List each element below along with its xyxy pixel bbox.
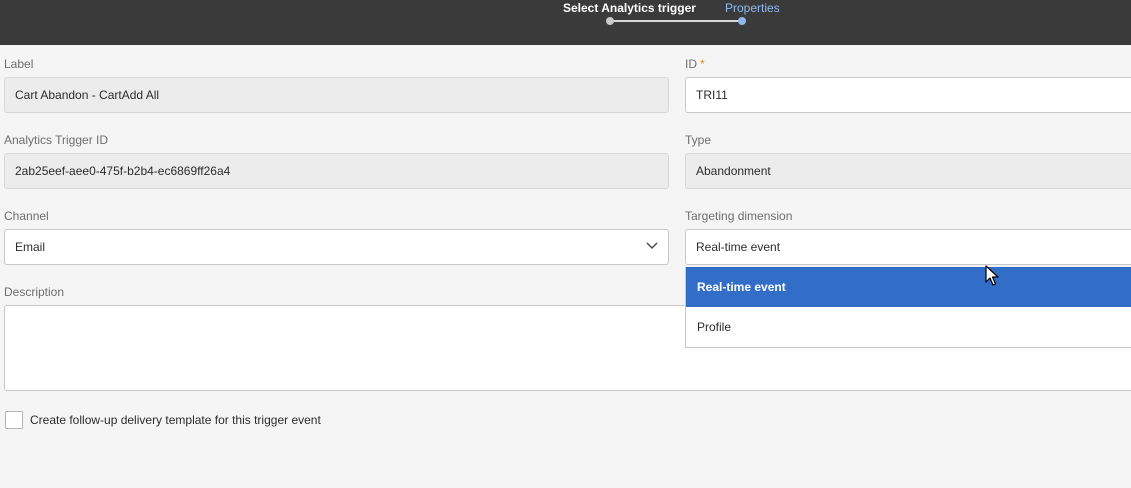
followup-checkbox-label[interactable]: Create follow-up delivery template for t…	[30, 413, 321, 427]
step-progress-line	[610, 20, 742, 22]
label-field[interactable]: Cart Abandon - CartAdd All	[4, 77, 669, 113]
wizard-header: Select Analytics trigger Properties	[0, 0, 1131, 45]
channel-label: Channel	[4, 209, 49, 223]
dropdown-option-real-time-event[interactable]: Real-time event	[686, 267, 1131, 307]
followup-checkbox[interactable]	[5, 411, 23, 429]
targeting-dimension-dropdown: Real-time event Profile	[685, 267, 1131, 348]
mouse-cursor-icon	[985, 265, 999, 286]
channel-select[interactable]: Email	[4, 229, 669, 265]
channel-select-value: Email	[15, 240, 46, 254]
required-mark: *	[700, 57, 705, 71]
analytics-trigger-id-label: Analytics Trigger ID	[4, 133, 109, 147]
id-field[interactable]: TRI11	[685, 77, 1131, 113]
label-field-label: Label	[4, 57, 34, 71]
dropdown-option-profile[interactable]: Profile	[686, 307, 1131, 347]
description-label: Description	[4, 285, 65, 299]
chevron-down-icon[interactable]	[646, 242, 658, 250]
step-properties[interactable]: Properties	[725, 2, 780, 14]
analytics-trigger-id-field[interactable]: 2ab25eef-aee0-475f-b2b4-ec6869ff26a4	[4, 153, 669, 189]
id-field-label: ID *	[685, 57, 705, 71]
type-field[interactable]: Abandonment	[685, 153, 1131, 189]
targeting-dimension-select[interactable]: Real-time event	[685, 229, 1131, 265]
step-1-dot[interactable]	[606, 17, 614, 25]
targeting-dimension-label: Targeting dimension	[685, 209, 793, 223]
step-select-analytics-trigger[interactable]: Select Analytics trigger	[563, 2, 696, 14]
type-label: Type	[685, 133, 712, 147]
step-2-dot[interactable]	[738, 17, 746, 25]
